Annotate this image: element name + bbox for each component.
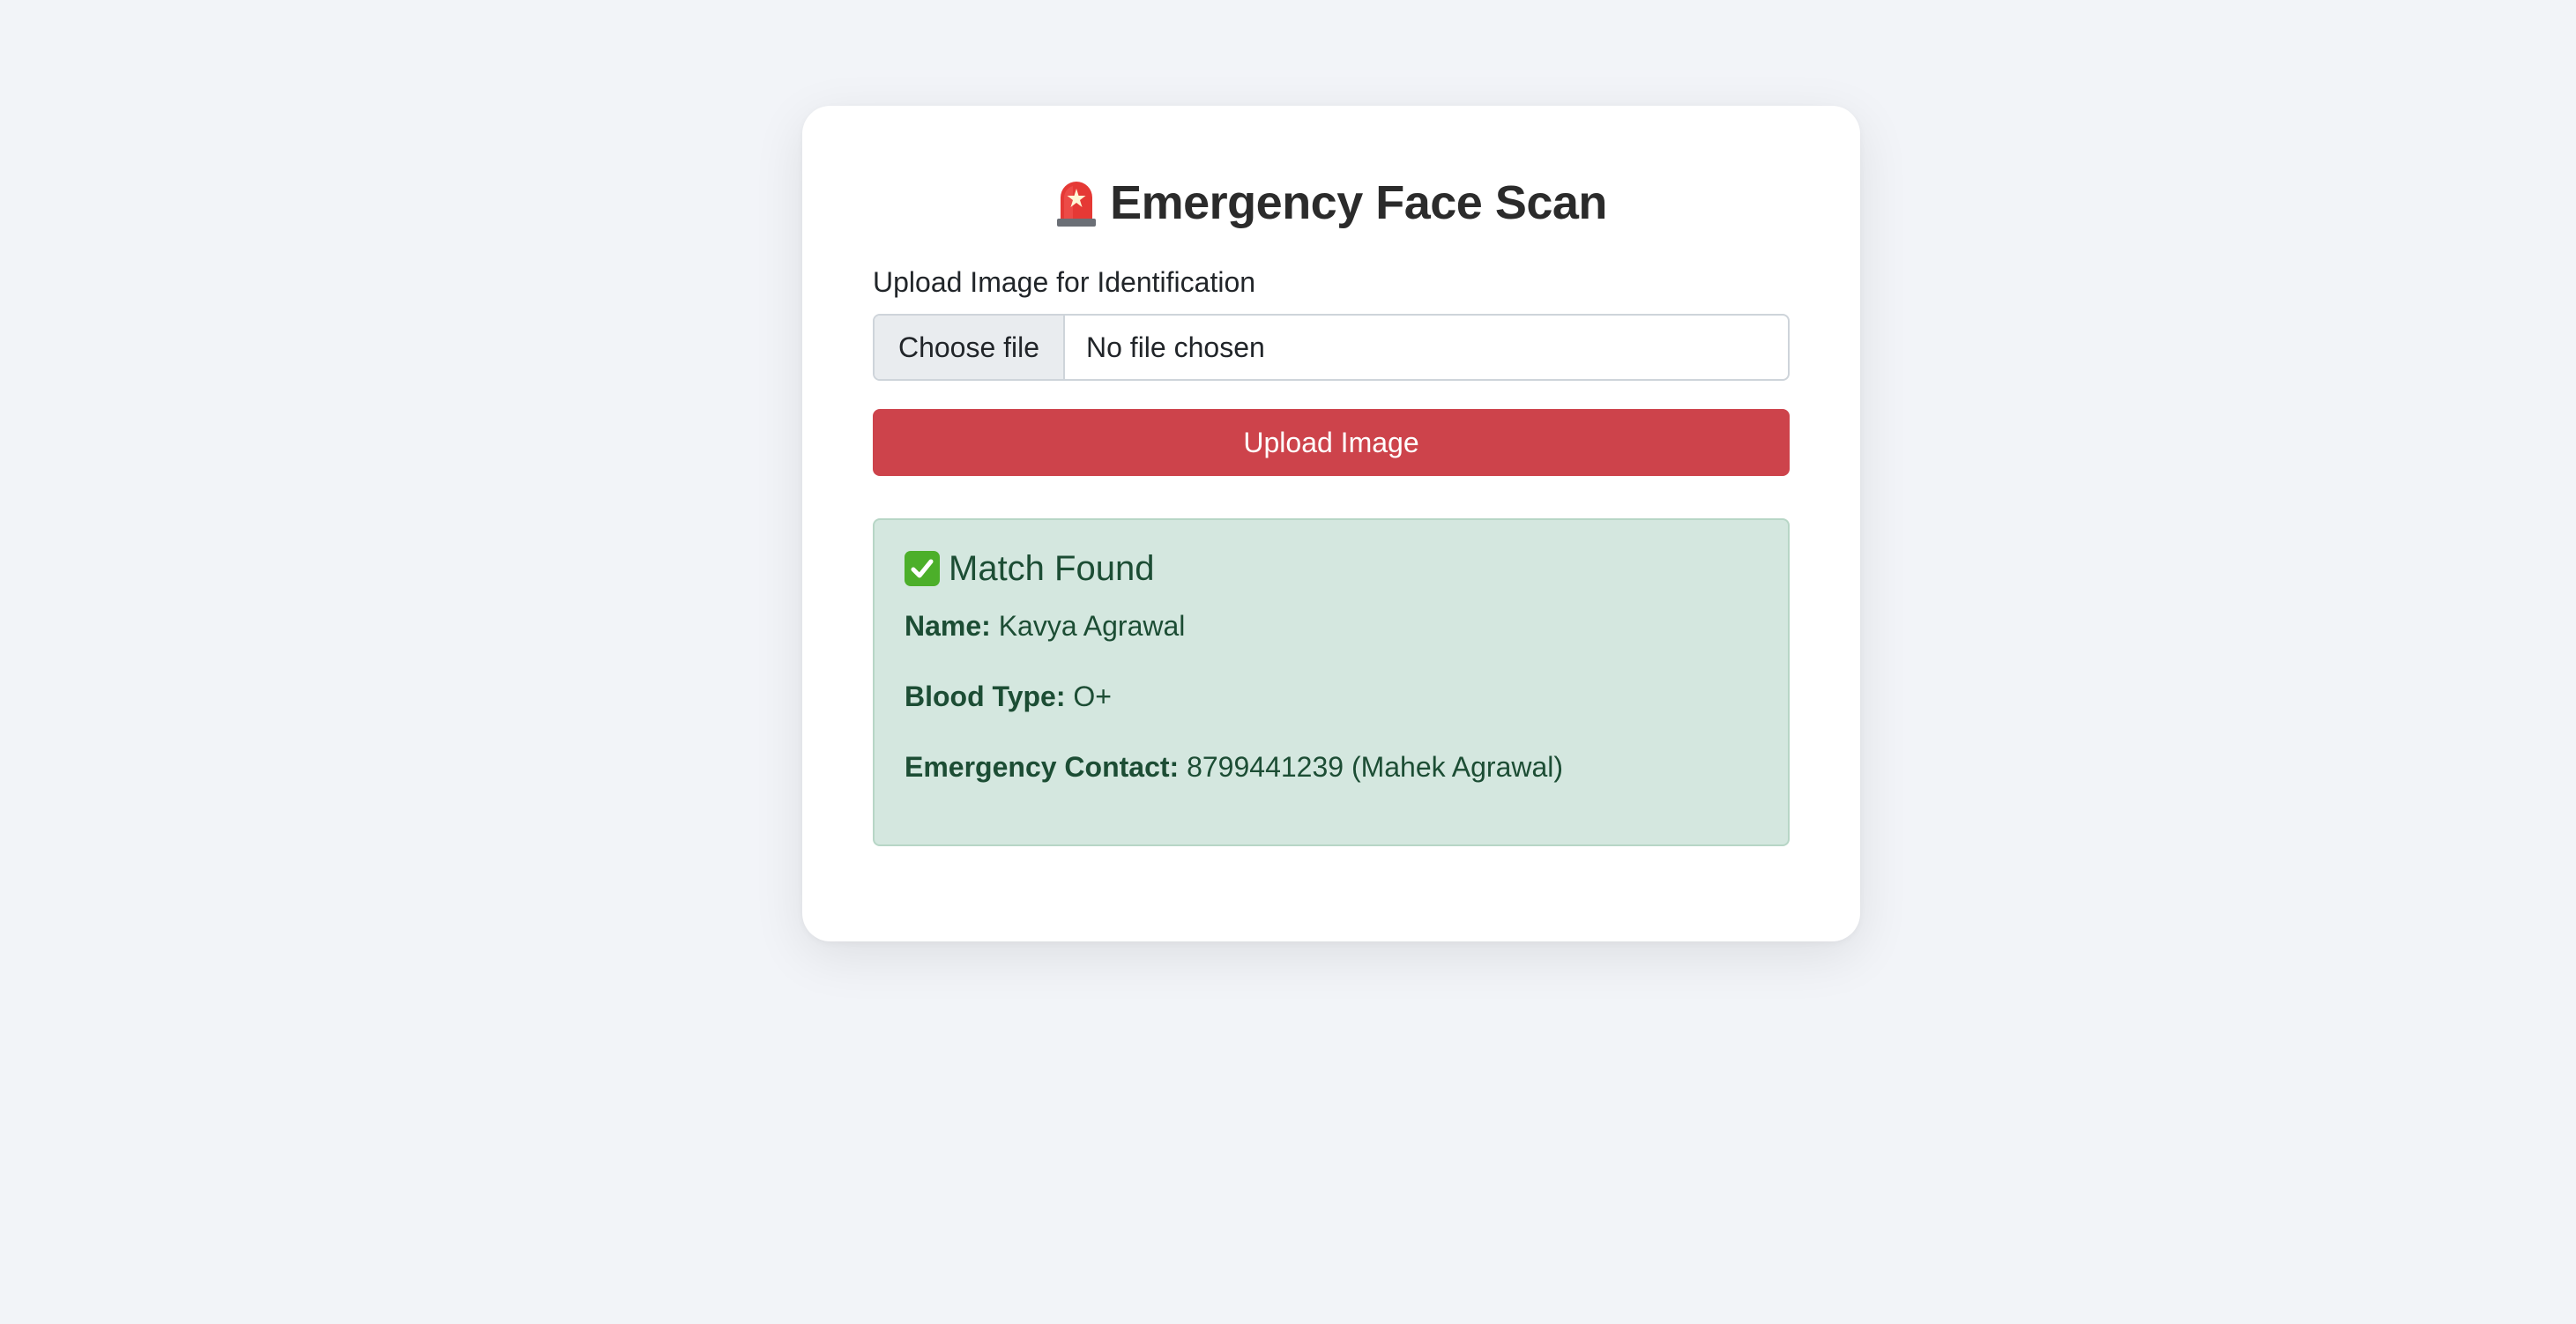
emergency-scan-card: Emergency Face Scan Upload Image for Ide…: [802, 106, 1860, 941]
choose-file-button[interactable]: Choose file: [875, 316, 1065, 379]
emergency-contact-field: Emergency Contact: 8799441239 (Mahek Agr…: [905, 749, 1758, 785]
blood-type-value: O+: [1073, 681, 1112, 712]
file-status-text: No file chosen: [1086, 331, 1265, 363]
check-mark-icon: [905, 551, 940, 586]
file-input[interactable]: Choose file No file chosen: [873, 314, 1790, 381]
result-title: Match Found: [949, 548, 1155, 588]
upload-image-button[interactable]: Upload Image: [873, 409, 1790, 476]
match-result-panel: Match Found Name: Kavya Agrawal Blood Ty…: [873, 518, 1790, 846]
result-header: Match Found: [905, 547, 1758, 591]
page-title: Emergency Face Scan: [1110, 176, 1607, 229]
name-field: Name: Kavya Agrawal: [905, 608, 1758, 643]
name-value: Kavya Agrawal: [998, 610, 1186, 642]
blood-type-label: Blood Type:: [905, 681, 1066, 712]
emergency-contact-value: 8799441239 (Mahek Agrawal): [1187, 751, 1564, 783]
upload-label: Upload Image for Identification: [873, 266, 1256, 298]
page-header: Emergency Face Scan: [873, 167, 1790, 238]
name-label: Name:: [905, 610, 991, 642]
blood-type-field: Blood Type: O+: [905, 679, 1758, 714]
siren-icon: [1055, 178, 1098, 227]
emergency-contact-label: Emergency Contact:: [905, 751, 1180, 783]
